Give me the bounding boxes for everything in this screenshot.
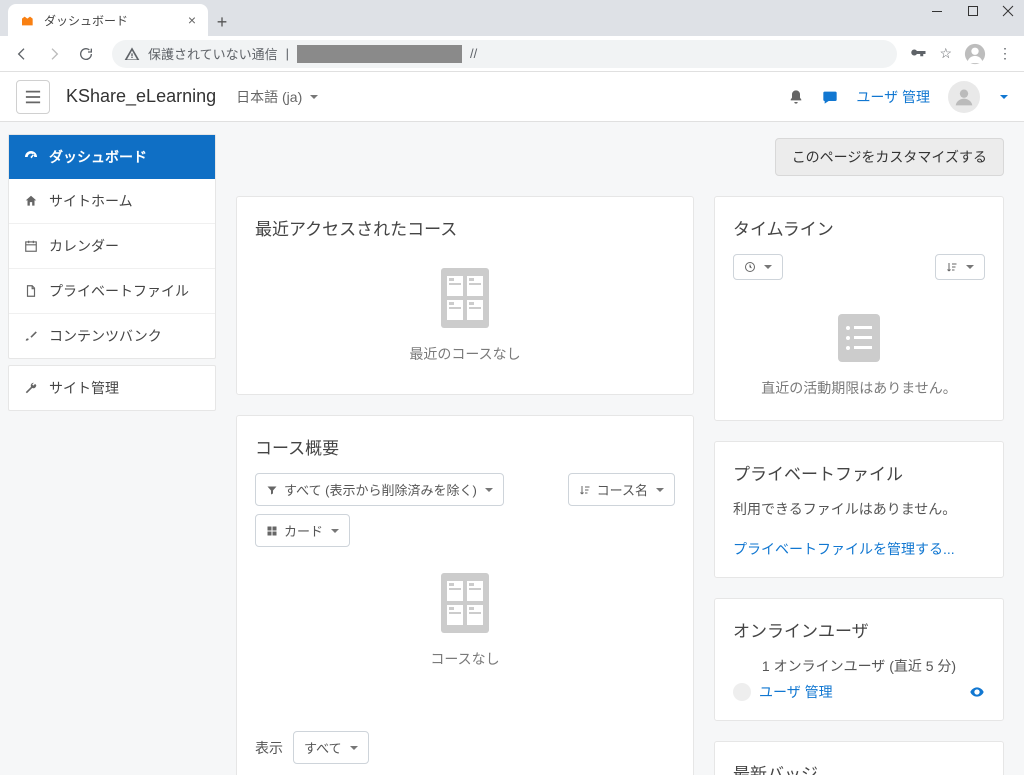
calendar-icon: [23, 238, 39, 254]
grid-icon: [266, 525, 278, 537]
key-icon[interactable]: [909, 45, 927, 63]
new-tab-button[interactable]: +: [208, 8, 236, 36]
address-bar[interactable]: 保護されていない通信 | //: [112, 40, 897, 68]
drawer-toggle[interactable]: [16, 80, 50, 114]
close-window-icon[interactable]: [1002, 5, 1014, 17]
caret-down-icon: [656, 488, 664, 492]
timeline-empty-icon: [838, 314, 880, 362]
nav-drawer: ダッシュボード サイトホーム カレンダー プライベートファイル: [0, 122, 224, 775]
language-selector[interactable]: 日本語 (ja): [236, 87, 318, 107]
home-icon: [23, 193, 39, 209]
online-users-count: 1 オンラインユーザ (直近 5 分): [733, 656, 985, 676]
site-navbar: KShare_eLearning 日本語 (ja) ユーザ 管理: [0, 72, 1024, 122]
caret-down-icon: [350, 746, 358, 750]
security-text: 保護されていない通信: [148, 44, 278, 63]
caret-down-icon: [485, 488, 493, 492]
course-view-dropdown[interactable]: カード: [255, 514, 350, 547]
caret-down-icon: [331, 529, 339, 533]
course-overview-title: コース概要: [255, 434, 675, 459]
insecure-icon: [124, 46, 140, 62]
nav-site-home[interactable]: サイトホーム: [9, 179, 215, 224]
url-suffix: //: [470, 46, 477, 61]
close-tab-icon[interactable]: ×: [188, 12, 196, 28]
badges-block: 最新バッジ あなたに表示するバッジはありません。: [714, 741, 1004, 775]
timeline-block: タイムライン 直近の活動期限はありません。: [714, 196, 1004, 421]
window-controls: [932, 6, 1014, 16]
online-user-link[interactable]: ユーザ 管理: [759, 682, 833, 702]
forward-button[interactable]: [40, 40, 68, 68]
site-brand[interactable]: KShare_eLearning: [66, 86, 216, 107]
customize-page-button[interactable]: このページをカスタマイズする: [775, 138, 1004, 176]
private-files-block: プライベートファイル 利用できるファイルはありません。 プライベートファイルを管…: [714, 441, 1004, 578]
private-files-title: プライベートファイル: [733, 460, 985, 485]
online-users-block: オンラインユーザ 1 オンラインユーザ (直近 5 分) ユーザ 管理: [714, 598, 1004, 721]
nav-private-files[interactable]: プライベートファイル: [9, 269, 215, 314]
recent-courses-title: 最近アクセスされたコース: [255, 215, 675, 240]
private-files-empty-text: 利用できるファイルはありません。: [733, 499, 985, 519]
browser-tab[interactable]: ダッシュボード ×: [8, 4, 208, 36]
nav-site-admin[interactable]: サイト管理: [9, 366, 215, 410]
user-avatar[interactable]: [948, 81, 980, 113]
nav-calendar[interactable]: カレンダー: [9, 224, 215, 269]
user-name-link[interactable]: ユーザ 管理: [856, 87, 930, 107]
browser-tab-strip: ダッシュボード × +: [0, 0, 1024, 36]
timeline-filter-sort[interactable]: [935, 254, 985, 280]
show-label: 表示: [255, 738, 283, 758]
nav-content-bank[interactable]: コンテンツバンク: [9, 314, 215, 358]
tab-title: ダッシュボード: [44, 12, 128, 29]
minimize-icon[interactable]: [932, 5, 944, 17]
recent-courses-empty-text: 最近のコースなし: [255, 344, 675, 364]
eye-icon[interactable]: [969, 684, 985, 700]
notifications-icon[interactable]: [788, 89, 804, 105]
filter-icon: [266, 484, 278, 496]
manage-private-files-link[interactable]: プライベートファイルを管理する...: [733, 541, 955, 557]
messages-icon[interactable]: [822, 89, 838, 105]
profile-icon[interactable]: [964, 43, 986, 65]
url-redacted: [297, 45, 462, 63]
caret-down-icon: [764, 265, 772, 269]
bookmark-star-icon[interactable]: ☆: [939, 45, 952, 62]
badges-title: 最新バッジ: [733, 760, 985, 775]
caret-down-icon: [310, 95, 318, 99]
user-menu-caret-icon[interactable]: [1000, 95, 1008, 99]
clock-icon: [744, 261, 756, 273]
dashboard-icon: [23, 149, 39, 165]
timeline-empty-text: 直近の活動期限はありません。: [733, 378, 985, 398]
show-count-dropdown[interactable]: すべて: [293, 731, 369, 764]
timeline-title: タイムライン: [733, 215, 985, 240]
sort-icon: [946, 261, 958, 273]
sort-icon: [579, 484, 591, 496]
back-button[interactable]: [8, 40, 36, 68]
moodle-favicon-icon: [20, 12, 36, 28]
online-users-title: オンラインユーザ: [733, 617, 985, 642]
nav-dashboard[interactable]: ダッシュボード: [9, 135, 215, 179]
file-icon: [23, 283, 39, 299]
courses-empty-icon: [439, 266, 491, 330]
course-overview-block: コース概要 すべて (表示から削除済みを除く) コース名: [236, 415, 694, 775]
caret-down-icon: [966, 265, 974, 269]
recent-courses-block: 最近アクセスされたコース 最近のコースなし: [236, 196, 694, 395]
course-filter-dropdown[interactable]: すべて (表示から削除済みを除く): [255, 473, 504, 506]
user-avatar-small: [733, 683, 751, 701]
reload-button[interactable]: [72, 40, 100, 68]
course-overview-empty-text: コースなし: [255, 649, 675, 669]
timeline-filter-time[interactable]: [733, 254, 783, 280]
courses-empty-icon: [439, 571, 491, 635]
maximize-icon[interactable]: [968, 6, 978, 16]
browser-toolbar: 保護されていない通信 | // ☆ ⋮: [0, 36, 1024, 72]
chrome-menu-icon[interactable]: ⋮: [998, 45, 1012, 62]
course-sort-dropdown[interactable]: コース名: [568, 473, 675, 506]
brush-icon: [23, 328, 39, 344]
wrench-icon: [23, 380, 39, 396]
